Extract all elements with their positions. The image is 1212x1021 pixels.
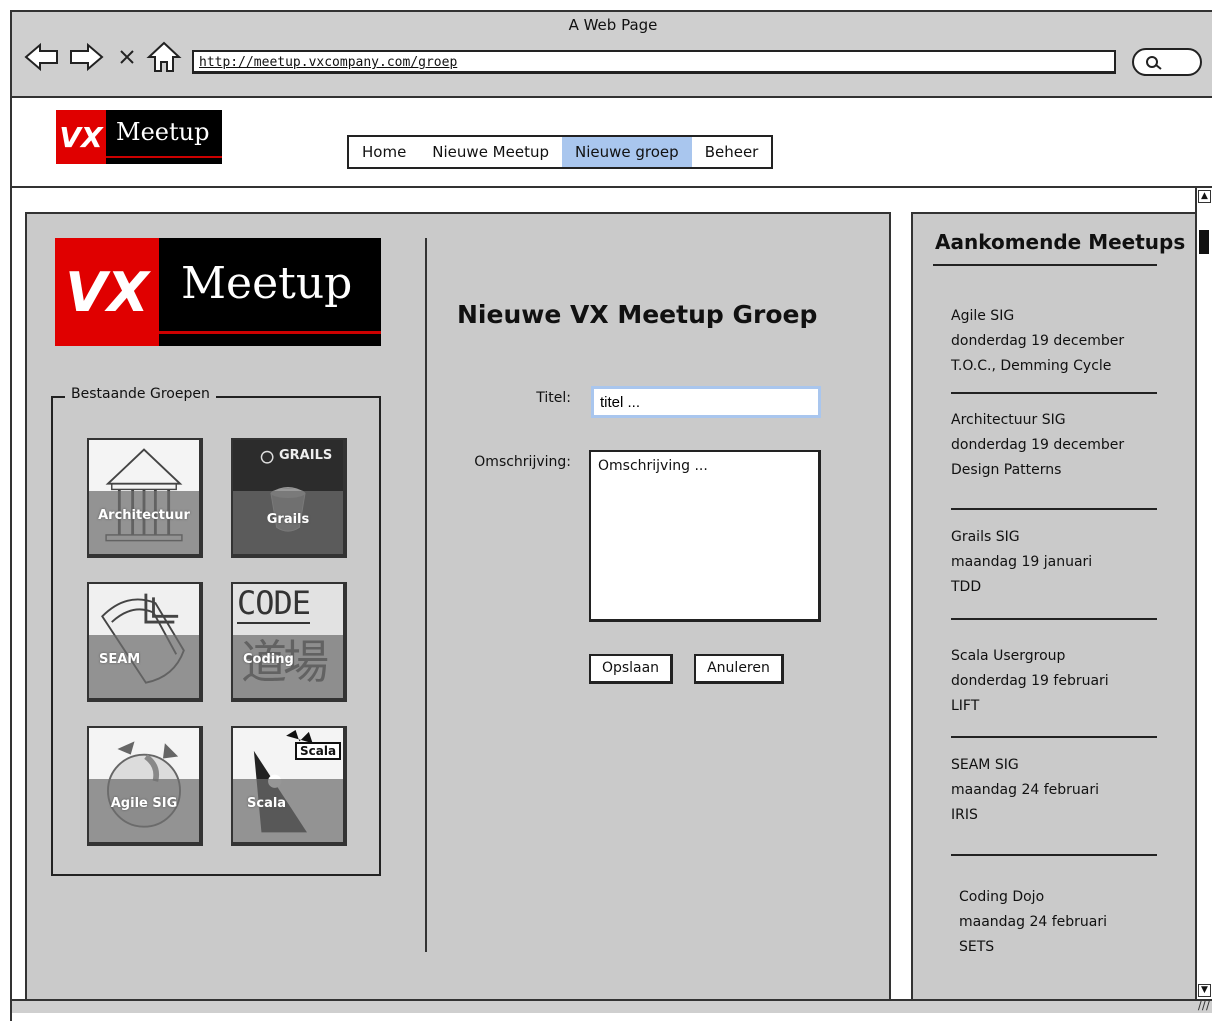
status-bar: /// <box>12 998 1212 1013</box>
existing-groups: Bestaande Groepen Architectuur GRAILS Gr… <box>51 386 381 876</box>
site-header: VX Meetup Home Nieuwe Meetup Nieuwe groe… <box>12 98 1212 188</box>
search-icon <box>1146 56 1162 70</box>
big-logo: VX Meetup <box>55 238 381 346</box>
nav-tab-nieuwe-groep[interactable]: Nieuwe groep <box>562 137 692 167</box>
close-icon[interactable] <box>116 46 138 68</box>
meetup-date: donderdag 19 december <box>951 437 1125 453</box>
group-label: Architectuur <box>98 508 190 523</box>
meetup-item[interactable]: Coding Dojo maandag 24 februari SETS <box>959 885 1107 960</box>
meetup-divider <box>951 618 1157 620</box>
meetup-name: Scala Usergroup <box>951 648 1066 664</box>
group-label: Scala <box>247 796 287 811</box>
site-logo[interactable]: VX Meetup <box>56 110 222 164</box>
browser-window: A Web Page http://meetup.vxcompany.com/g… <box>10 10 1212 1021</box>
group-label: Agile SIG <box>110 796 178 811</box>
back-arrow-icon[interactable] <box>24 42 60 72</box>
form-title: Nieuwe VX Meetup Groep <box>457 300 818 329</box>
cancel-button[interactable]: Anuleren <box>694 654 784 684</box>
omschrijving-label: Omschrijving: <box>474 454 571 470</box>
scala-logo-text: Scala <box>295 742 342 760</box>
group-label: SEAM <box>99 652 141 667</box>
meetup-date: maandag 19 januari <box>951 554 1093 570</box>
nav-tab-nieuwe-meetup[interactable]: Nieuwe Meetup <box>419 137 562 167</box>
meetup-divider <box>951 854 1157 856</box>
meetup-date: donderdag 19 februari <box>951 673 1109 689</box>
meetup-divider <box>951 508 1157 510</box>
search-box[interactable] <box>1132 48 1202 76</box>
meetup-date: donderdag 19 december <box>951 333 1125 349</box>
upcoming-meetups-panel: Aankomende Meetups Agile SIG donderdag 1… <box>911 212 1201 1002</box>
vertical-scrollbar[interactable]: ▲ ▼ <box>1195 188 1212 1000</box>
meetup-name: Grails SIG <box>951 529 1020 545</box>
group-label: Coding <box>243 652 294 667</box>
group-tile-agile-sig[interactable]: Agile SIG <box>87 726 203 846</box>
scroll-thumb[interactable] <box>1199 230 1209 254</box>
group-tile-scala[interactable]: Scala Scala <box>231 726 347 846</box>
scroll-up-icon[interactable]: ▲ <box>1198 190 1211 203</box>
meetup-divider <box>951 392 1157 394</box>
scroll-down-icon[interactable]: ▼ <box>1198 984 1211 997</box>
sidebar-title: Aankomende Meetups <box>935 230 1186 254</box>
meetup-item[interactable]: SEAM SIG maandag 24 februari IRIS <box>951 753 1099 828</box>
meetup-name: Coding Dojo <box>959 889 1045 905</box>
panel-divider <box>425 238 427 952</box>
main-nav: Home Nieuwe Meetup Nieuwe groep Beheer <box>347 135 774 169</box>
meetup-topic: IRIS <box>951 807 978 823</box>
grails-logo-text: GRAILS <box>279 448 333 463</box>
meetup-divider <box>951 736 1157 738</box>
group-tile-seam[interactable]: SEAM <box>87 582 203 702</box>
address-bar[interactable]: http://meetup.vxcompany.com/groep <box>192 50 1116 74</box>
nav-tab-beheer[interactable]: Beheer <box>692 137 772 167</box>
save-button[interactable]: Opslaan <box>589 654 673 684</box>
meetup-item[interactable]: Grails SIG maandag 19 januari TDD <box>951 525 1092 600</box>
meetup-name: SEAM SIG <box>951 757 1019 773</box>
forward-arrow-icon[interactable] <box>68 42 104 72</box>
meetup-topic: SETS <box>959 939 995 955</box>
omschrijving-textarea[interactable]: Omschrijving ... <box>589 450 821 622</box>
big-logo-word: Meetup <box>159 238 381 346</box>
groups-legend: Bestaande Groepen <box>65 386 216 402</box>
code-logo-text: CODE <box>237 584 311 624</box>
page-content: VX Meetup Bestaande Groepen Architectuur… <box>12 188 1212 1013</box>
big-logo-vx: VX <box>55 238 159 346</box>
meetup-topic: TDD <box>951 579 982 595</box>
logo-word: Meetup <box>106 110 222 164</box>
group-label: Grails <box>266 512 310 527</box>
window-title: A Web Page <box>568 16 658 34</box>
resize-grip-icon[interactable]: /// <box>1198 998 1210 1012</box>
browser-toolbar: A Web Page http://meetup.vxcompany.com/g… <box>12 12 1212 98</box>
nav-tab-home[interactable]: Home <box>349 137 419 167</box>
group-tile-coding[interactable]: CODE 道場 Coding <box>231 582 347 702</box>
title-rule <box>933 264 1157 266</box>
meetup-topic: LIFT <box>951 698 980 714</box>
group-tile-architectuur[interactable]: Architectuur <box>87 438 203 558</box>
main-panel: VX Meetup Bestaande Groepen Architectuur… <box>25 212 891 1002</box>
meetup-topic: T.O.C., Demming Cycle <box>951 358 1112 374</box>
meetup-date: maandag 24 februari <box>951 782 1100 798</box>
meetup-item[interactable]: Scala Usergroup donderdag 19 februari LI… <box>951 644 1109 719</box>
meetup-item[interactable]: Architectuur SIG donderdag 19 december D… <box>951 408 1124 483</box>
meetup-name: Agile SIG <box>951 308 1015 324</box>
home-icon[interactable] <box>146 40 182 74</box>
meetup-name: Architectuur SIG <box>951 412 1066 428</box>
meetup-date: maandag 24 februari <box>959 914 1108 930</box>
meetup-topic: Design Patterns <box>951 462 1062 478</box>
logo-vx: VX <box>56 110 106 164</box>
titel-label: Titel: <box>536 390 571 406</box>
meetup-item[interactable]: Agile SIG donderdag 19 december T.O.C., … <box>951 304 1124 379</box>
titel-input[interactable] <box>591 386 821 418</box>
group-tile-grails[interactable]: GRAILS Grails <box>231 438 347 558</box>
